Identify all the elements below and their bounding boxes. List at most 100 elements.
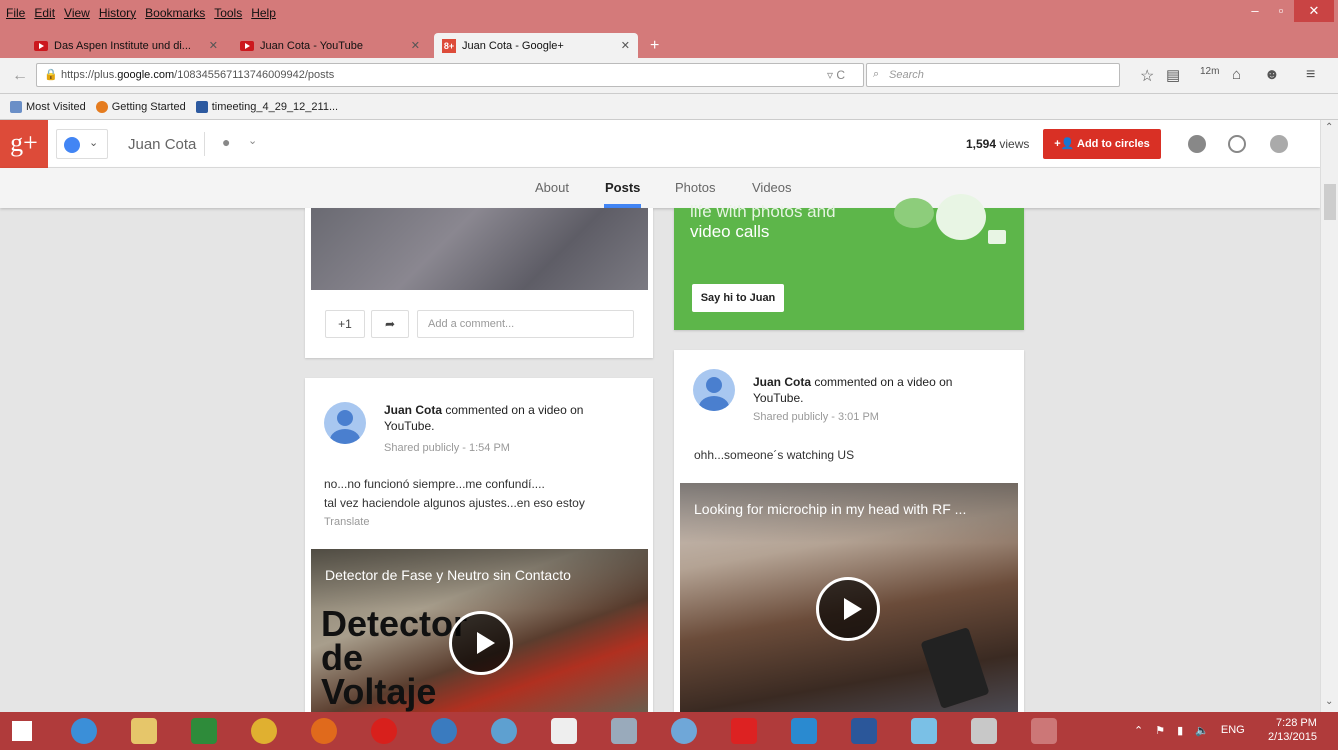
reload-icon[interactable]: ▿ C xyxy=(827,68,845,82)
firefox-icon[interactable] xyxy=(302,715,346,747)
search-input[interactable]: ⌕ Search xyxy=(866,63,1120,87)
bookmark-most-visited[interactable]: Most Visited xyxy=(10,100,86,113)
tab-about[interactable]: About xyxy=(535,180,569,195)
hamburger-menu-icon[interactable]: ≡ xyxy=(1306,66,1315,84)
internet-explorer-icon[interactable] xyxy=(62,715,106,747)
video-app-icon[interactable] xyxy=(782,715,826,747)
bookmark-timeeting[interactable]: timeeting_4_29_12_211... xyxy=(195,100,338,113)
google-plus-logo[interactable]: g+ xyxy=(0,120,48,168)
clock[interactable]: 7:28 PM 2/13/2015 xyxy=(1268,716,1317,744)
circles-icon[interactable] xyxy=(1228,135,1246,153)
back-arrow-icon[interactable]: ← xyxy=(12,67,28,85)
notepad-icon[interactable] xyxy=(902,715,946,747)
plus-one-button[interactable]: +1 xyxy=(325,310,365,338)
system-tray: ⌃ ⚑ ▮ 🔈 ENG xyxy=(1134,724,1245,737)
avatar[interactable] xyxy=(693,369,735,411)
tab-youtube[interactable]: Juan Cota - YouTube ✕ xyxy=(232,33,428,58)
tab-videos[interactable]: Videos xyxy=(752,180,792,195)
word-icon[interactable] xyxy=(842,715,886,747)
hangouts-icon[interactable] xyxy=(1270,135,1288,153)
chrome-icon[interactable] xyxy=(242,715,286,747)
tray-expand-icon[interactable]: ⌃ xyxy=(1134,724,1143,737)
say-hi-button[interactable]: Say hi to Juan xyxy=(692,284,784,312)
add-person-icon: +👤 xyxy=(1054,138,1075,150)
tab-google-plus[interactable]: 8+ Juan Cota - Google+ ✕ xyxy=(434,33,638,58)
language-indicator[interactable]: ENG xyxy=(1221,724,1245,737)
media-player-icon[interactable] xyxy=(422,715,466,747)
star-bookmark-icon[interactable]: ☆ xyxy=(1140,66,1154,86)
home-icon[interactable]: ⌂ xyxy=(1232,66,1241,83)
share-button[interactable]: ➦ xyxy=(371,310,409,338)
tab-title: Juan Cota - YouTube xyxy=(260,39,363,52)
add-to-circles-button[interactable]: +👤 Add to circles xyxy=(1043,129,1161,159)
close-tab-icon[interactable]: ✕ xyxy=(411,39,420,52)
network-icon[interactable] xyxy=(482,715,526,747)
app-icon[interactable] xyxy=(1022,715,1066,747)
views-count: 1,594 views xyxy=(966,137,1030,151)
video-thumbnail[interactable]: Detector de Fase y Neutro sin Contacto D… xyxy=(311,549,648,712)
play-button-icon[interactable] xyxy=(449,611,513,675)
avatar[interactable] xyxy=(324,402,366,444)
author-name[interactable]: Juan Cota xyxy=(753,375,811,389)
file-explorer-icon[interactable] xyxy=(122,715,166,747)
video-title: Detector de Fase y Neutro sin Contacto xyxy=(325,567,571,583)
paint-icon[interactable] xyxy=(662,715,706,747)
download-timer-icon[interactable]: 12m xyxy=(1200,66,1219,77)
tab-bar: Das Aspen Institute und di... ✕ Juan Cot… xyxy=(0,30,1338,58)
author-name[interactable]: Juan Cota xyxy=(384,403,442,417)
play-button-icon[interactable] xyxy=(816,577,880,641)
scroll-up-icon[interactable]: ⌃ xyxy=(1325,122,1333,133)
store-icon[interactable] xyxy=(182,715,226,747)
chat-icon[interactable]: ☻ xyxy=(1264,66,1280,83)
url-bar[interactable]: 🔒 https://plus.google.com/10834556711374… xyxy=(36,63,864,87)
post-author-line: Juan Cota commented on a video on YouTube… xyxy=(753,375,953,405)
opera-icon[interactable] xyxy=(362,715,406,747)
chevron-down-icon[interactable]: ⌄ xyxy=(248,134,257,147)
bookmarks-menu-icon[interactable]: ▤ xyxy=(1166,66,1180,84)
camera-icon xyxy=(988,230,1006,244)
menu-file[interactable]: File xyxy=(6,6,25,20)
menu-view[interactable]: View xyxy=(64,6,90,20)
post-author-line: Juan Cota commented on a video on YouTube… xyxy=(384,403,584,433)
acrobat-icon[interactable] xyxy=(722,715,766,747)
flag-icon[interactable]: ⚑ xyxy=(1155,724,1165,737)
close-tab-icon[interactable]: ✕ xyxy=(621,39,630,52)
account-switcher[interactable]: ⌄ xyxy=(56,129,108,159)
tab-photos[interactable]: Photos xyxy=(675,180,715,195)
location-pin-icon[interactable]: ● xyxy=(222,134,230,150)
close-tab-icon[interactable]: ✕ xyxy=(209,39,218,52)
tab-aspen[interactable]: Das Aspen Institute und di... ✕ xyxy=(26,33,226,58)
menu-edit[interactable]: Edit xyxy=(34,6,55,20)
scroll-down-icon[interactable]: ⌄ xyxy=(1325,696,1333,707)
bookmark-getting-started[interactable]: Getting Started xyxy=(95,100,186,113)
comment-input[interactable]: Add a comment... xyxy=(417,310,634,338)
post-meta: Shared publicly - 3:01 PM xyxy=(753,411,879,423)
post-image[interactable] xyxy=(311,208,648,290)
youtube-icon xyxy=(240,40,254,51)
tab-posts[interactable]: Posts xyxy=(605,180,640,195)
tab-title: Das Aspen Institute und di... xyxy=(54,39,191,52)
scrollbar-thumb[interactable] xyxy=(1324,184,1336,220)
menu-bookmarks[interactable]: Bookmarks xyxy=(145,6,205,20)
chevron-down-icon: ⌄ xyxy=(89,137,99,149)
volume-icon[interactable]: 🔈 xyxy=(1195,724,1209,737)
bookmarks-bar: Most Visited Getting Started timeeting_4… xyxy=(0,94,1338,120)
new-tab-button[interactable]: + xyxy=(642,33,667,58)
windows-start-icon[interactable] xyxy=(0,715,44,747)
notifications-icon[interactable] xyxy=(1188,135,1206,153)
dictionary-icon[interactable] xyxy=(542,715,586,747)
close-window-button[interactable]: ✕ xyxy=(1294,0,1334,22)
video-thumbnail[interactable]: Looking for microchip in my head with RF… xyxy=(680,483,1018,712)
translate-link[interactable]: Translate xyxy=(324,516,369,528)
account-icon xyxy=(64,137,80,153)
menu-help[interactable]: Help xyxy=(251,6,276,20)
menu-tools[interactable]: Tools xyxy=(214,6,242,20)
restore-button[interactable]: ▫ xyxy=(1266,0,1296,22)
page-scrollbar[interactable]: ⌃ ⌄ xyxy=(1320,120,1338,712)
window-icon[interactable] xyxy=(962,715,1006,747)
network-status-icon[interactable]: ▮ xyxy=(1177,724,1183,737)
menu-history[interactable]: History xyxy=(99,6,136,20)
firefox-icon xyxy=(95,100,108,113)
menu-bar: File Edit View History Bookmarks Tools H… xyxy=(0,0,1338,30)
device-manager-icon[interactable] xyxy=(602,715,646,747)
